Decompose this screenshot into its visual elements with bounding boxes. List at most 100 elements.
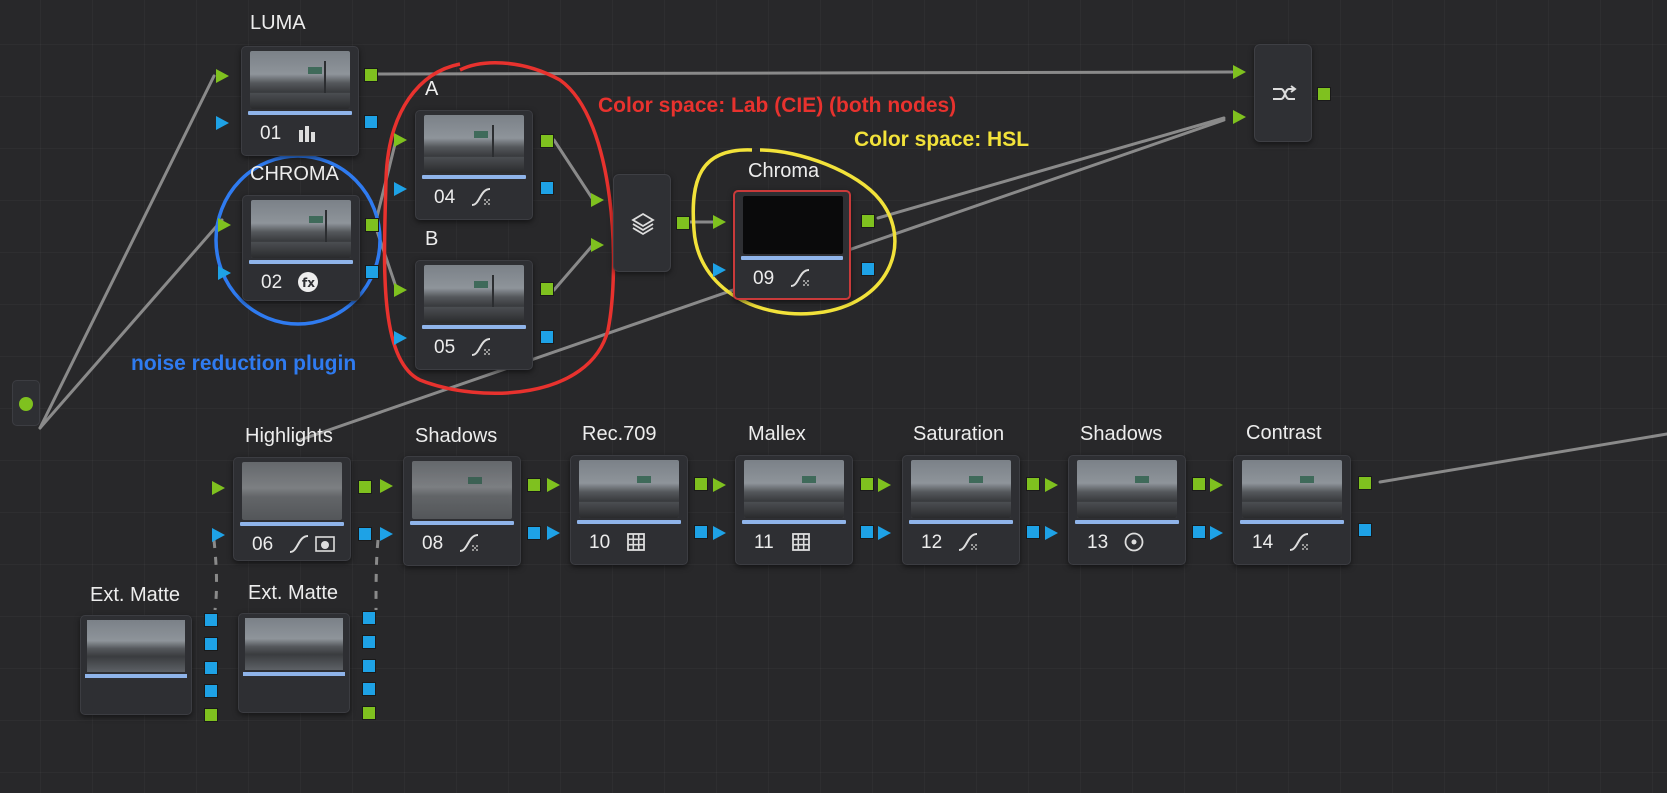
- node-02[interactable]: 02 fx: [242, 195, 360, 301]
- node-05-rgb-input[interactable]: [394, 283, 407, 297]
- node-09-rgb-output[interactable]: [861, 214, 875, 228]
- node-12-alpha-output[interactable]: [1026, 525, 1040, 539]
- source-output-port[interactable]: [19, 397, 33, 411]
- node-14-alpha-input[interactable]: [1210, 526, 1223, 540]
- node-09-alpha-input[interactable]: [713, 263, 726, 277]
- node-09-rgb-input[interactable]: [713, 215, 726, 229]
- node-08[interactable]: 08: [403, 456, 521, 566]
- node-13[interactable]: 13: [1068, 455, 1186, 565]
- node-13-title: Shadows: [1080, 423, 1163, 445]
- matte-1-output-1[interactable]: [204, 613, 218, 627]
- layer-mixer-input-2[interactable]: [591, 238, 604, 252]
- combiner-input-2[interactable]: [1233, 110, 1246, 124]
- node-11-alpha-input[interactable]: [713, 526, 726, 540]
- node-11-alpha-output[interactable]: [860, 525, 874, 539]
- node-01-title: LUMA: [250, 12, 306, 34]
- matte-2-output-3[interactable]: [362, 659, 376, 673]
- matte-2-output-4[interactable]: [362, 682, 376, 696]
- layer-mixer-node[interactable]: [613, 174, 671, 272]
- node-04-rgb-output[interactable]: [540, 134, 554, 148]
- ext-matte-1[interactable]: [80, 615, 192, 715]
- node-01-rgb-input[interactable]: [216, 69, 229, 83]
- combiner-input-1[interactable]: [1233, 65, 1246, 79]
- node-04-title: A: [425, 78, 439, 100]
- node-12-title: Saturation: [913, 423, 1005, 445]
- matte-1-output-3[interactable]: [204, 661, 218, 675]
- layer-mixer-input-1[interactable]: [591, 193, 604, 207]
- node-10-alpha-output[interactable]: [694, 525, 708, 539]
- node-05[interactable]: 05: [415, 260, 533, 370]
- ext-matte-2[interactable]: [238, 613, 350, 713]
- node-12-rgb-output[interactable]: [1026, 477, 1040, 491]
- node-08-alpha-input[interactable]: [380, 527, 393, 541]
- matte-1-output-4[interactable]: [204, 684, 218, 698]
- node-thumb-bar: [741, 256, 843, 260]
- node-graph-canvas[interactable]: LUMA 01 CHROMA 02 fx A 04 B 05 Chroma 09…: [0, 0, 1667, 793]
- node-10-rgb-input[interactable]: [547, 478, 560, 492]
- node-01[interactable]: 01: [241, 46, 359, 156]
- node-09[interactable]: 09: [733, 190, 851, 300]
- node-04-alpha-output[interactable]: [540, 181, 554, 195]
- node-thumbnail: [1242, 460, 1342, 518]
- combiner-output[interactable]: [1317, 87, 1331, 101]
- node-10[interactable]: 10: [570, 455, 688, 565]
- node-14-rgb-input[interactable]: [1210, 478, 1223, 492]
- node-02-alpha-input[interactable]: [218, 266, 231, 280]
- node-08-rgb-input[interactable]: [380, 479, 393, 493]
- noise-annotation: noise reduction plugin: [131, 352, 357, 375]
- node-13-rgb-output[interactable]: [1192, 477, 1206, 491]
- matte-2-output-1[interactable]: [362, 611, 376, 625]
- node-04[interactable]: 04: [415, 110, 533, 220]
- node-09-alpha-output[interactable]: [861, 262, 875, 276]
- node-14-rgb-output[interactable]: [1358, 476, 1372, 490]
- node-05-alpha-output[interactable]: [540, 330, 554, 344]
- node-13-rgb-input[interactable]: [1045, 478, 1058, 492]
- matte-thumbnail: [87, 620, 185, 672]
- node-12[interactable]: 12: [902, 455, 1020, 565]
- matte-2-output-rgb[interactable]: [362, 706, 376, 720]
- node-11-rgb-input[interactable]: [713, 478, 726, 492]
- node-14-alpha-output[interactable]: [1358, 523, 1372, 537]
- node-11-rgb-output[interactable]: [860, 477, 874, 491]
- node-13-alpha-output[interactable]: [1192, 525, 1206, 539]
- node-08-rgb-output[interactable]: [527, 478, 541, 492]
- node-12-alpha-input[interactable]: [878, 526, 891, 540]
- node-11-title: Mallex: [748, 423, 806, 445]
- node-01-alpha-output[interactable]: [364, 115, 378, 129]
- node-14[interactable]: 14: [1233, 455, 1351, 565]
- node-06[interactable]: 06: [233, 457, 351, 561]
- node-06-alpha-output[interactable]: [358, 527, 372, 541]
- node-04-rgb-input[interactable]: [394, 133, 407, 147]
- node-13-alpha-input[interactable]: [1045, 526, 1058, 540]
- source-input-node[interactable]: [12, 380, 40, 426]
- node-12-rgb-input[interactable]: [878, 478, 891, 492]
- node-10-rgb-output[interactable]: [694, 477, 708, 491]
- node-06-alpha-input[interactable]: [212, 528, 225, 542]
- node-10-alpha-input[interactable]: [547, 526, 560, 540]
- node-02-rgb-input[interactable]: [218, 218, 231, 232]
- splitter-combiner-node[interactable]: [1254, 44, 1312, 142]
- matte-2-output-2[interactable]: [362, 635, 376, 649]
- node-number: 01: [260, 123, 282, 144]
- node-01-rgb-output[interactable]: [364, 68, 378, 82]
- node-11[interactable]: 11: [735, 455, 853, 565]
- node-thumbnail: [424, 115, 524, 173]
- node-06-rgb-input[interactable]: [212, 481, 225, 495]
- layer-mixer-output[interactable]: [676, 216, 690, 230]
- matte-1-output-rgb[interactable]: [204, 708, 218, 722]
- node-05-rgb-output[interactable]: [540, 282, 554, 296]
- node-06-rgb-output[interactable]: [358, 480, 372, 494]
- node-08-alpha-output[interactable]: [527, 526, 541, 540]
- node-02-alpha-output[interactable]: [365, 265, 379, 279]
- node-thumb-bar: [909, 520, 1013, 524]
- matte-2-title: Ext. Matte: [248, 582, 339, 604]
- node-04-alpha-input[interactable]: [394, 182, 407, 196]
- node-05-alpha-input[interactable]: [394, 331, 407, 345]
- matte-1-output-2[interactable]: [204, 637, 218, 651]
- curve-icon: [958, 533, 978, 551]
- link-b-to-layer: [552, 244, 594, 292]
- node-number: 06: [252, 534, 274, 555]
- splitter-combiner-icon: [1273, 85, 1297, 100]
- node-02-rgb-output[interactable]: [365, 218, 379, 232]
- node-01-alpha-input[interactable]: [216, 116, 229, 130]
